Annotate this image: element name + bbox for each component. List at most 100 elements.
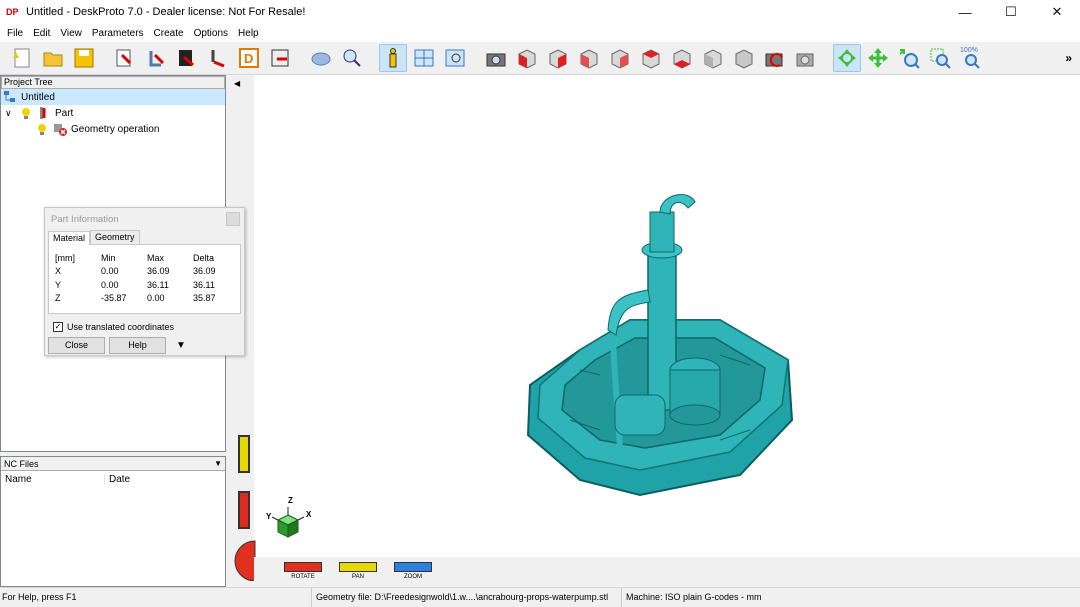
view-reset-icon[interactable] bbox=[761, 44, 789, 72]
drawing-icon[interactable]: D bbox=[235, 44, 263, 72]
maximize-icon[interactable]: ☐ bbox=[988, 0, 1034, 24]
expand-down-icon[interactable]: ▼ bbox=[176, 340, 186, 351]
pan-mode-icon[interactable] bbox=[864, 44, 892, 72]
nc-files-header[interactable]: NC Files ▼ bbox=[1, 457, 225, 471]
tab-material[interactable]: Material bbox=[48, 231, 91, 245]
zoom-slider-icon[interactable] bbox=[238, 491, 250, 529]
title-bar: DP Untitled - DeskProto 7.0 - Dealer lic… bbox=[0, 0, 1080, 24]
tree-item-part[interactable]: ∨ Part bbox=[1, 105, 225, 121]
preview-icon[interactable] bbox=[441, 44, 469, 72]
axis-gizmo: Z Y X bbox=[266, 496, 312, 538]
menu-help[interactable]: Help bbox=[233, 28, 264, 39]
rotate-mode-icon[interactable] bbox=[833, 44, 861, 72]
column-date[interactable]: Date bbox=[105, 474, 130, 485]
open-icon[interactable] bbox=[39, 44, 67, 72]
row-min: 0.00 bbox=[101, 266, 119, 277]
zoom-100-icon[interactable]: 100% bbox=[957, 44, 985, 72]
lightbulb-icon[interactable] bbox=[19, 106, 33, 120]
translated-coordinates-checkbox[interactable]: ✓ bbox=[53, 322, 63, 332]
pan-slider-icon[interactable] bbox=[238, 435, 250, 473]
view-left-icon[interactable] bbox=[575, 44, 603, 72]
pan-control[interactable]: PAN bbox=[339, 562, 377, 580]
dimensions-table: [mm] Min Max Delta X 0.00 36.09 36.09 Y … bbox=[48, 244, 241, 314]
dialog-title: Part Information bbox=[51, 213, 119, 225]
camera-icon[interactable] bbox=[482, 44, 510, 72]
menu-options[interactable]: Options bbox=[189, 28, 233, 39]
status-machine: Machine: ISO plain G-codes - mm bbox=[626, 592, 762, 602]
water-pump-model bbox=[526, 194, 794, 497]
zoom-mode-icon[interactable] bbox=[895, 44, 923, 72]
tree-item-operation-label: Geometry operation bbox=[71, 123, 160, 135]
new-icon[interactable] bbox=[8, 44, 36, 72]
layout-icon[interactable] bbox=[410, 44, 438, 72]
rotate-control[interactable]: ROTATE bbox=[284, 562, 322, 580]
row-axis: Y bbox=[55, 279, 62, 290]
status-help: For Help, press F1 bbox=[0, 588, 312, 607]
zoom-window-icon[interactable] bbox=[926, 44, 954, 72]
zoom-bar bbox=[394, 562, 432, 572]
operation-error-icon bbox=[54, 124, 67, 136]
info-icon[interactable] bbox=[379, 44, 407, 72]
chevron-down-icon[interactable]: ∨ bbox=[5, 108, 19, 119]
view-back-icon[interactable] bbox=[544, 44, 572, 72]
translated-coordinates-label: Use translated coordinates bbox=[67, 322, 175, 332]
dialog-buttons: Close Help ▼ bbox=[48, 337, 244, 354]
view-last-icon[interactable] bbox=[792, 44, 820, 72]
row-delta: 36.09 bbox=[193, 266, 216, 277]
zoom-label: ZOOM bbox=[404, 574, 422, 580]
menu-edit[interactable]: Edit bbox=[28, 28, 55, 39]
save-icon[interactable] bbox=[70, 44, 98, 72]
tab-geometry[interactable]: Geometry bbox=[90, 230, 140, 244]
dropdown-arrow-icon[interactable]: ▼ bbox=[214, 459, 222, 468]
row-delta: 36.11 bbox=[193, 279, 215, 290]
table-row: Y 0.00 36.11 36.11 bbox=[55, 278, 240, 292]
zoom-100-label: 100% bbox=[960, 47, 978, 54]
export-icon[interactable] bbox=[266, 44, 294, 72]
view-right-icon[interactable] bbox=[606, 44, 634, 72]
axis-x-label: X bbox=[306, 510, 312, 519]
row-axis: X bbox=[55, 266, 62, 277]
toolbar-overflow-icon[interactable]: » bbox=[1065, 51, 1072, 65]
minimize-icon[interactable]: — bbox=[942, 0, 988, 24]
view-iso2-icon[interactable] bbox=[730, 44, 758, 72]
tree-item-project-label: Untitled bbox=[21, 91, 55, 103]
lightbulb-icon[interactable] bbox=[35, 122, 49, 136]
multi-axis-wizard-icon[interactable] bbox=[142, 44, 170, 72]
tree-item-project[interactable]: Untitled bbox=[1, 89, 225, 105]
status-geometry-file: Geometry file: D:\Freedesignwold\1.w....… bbox=[312, 588, 622, 607]
view-iso-icon[interactable] bbox=[699, 44, 727, 72]
view-top-icon[interactable] bbox=[637, 44, 665, 72]
zoom-control[interactable]: ZOOM bbox=[394, 562, 432, 580]
viewport-bottom-strip: ROTATE PAN ZOOM bbox=[254, 557, 1080, 587]
dialog-close-icon[interactable] bbox=[226, 212, 240, 226]
object-icon[interactable] bbox=[307, 44, 335, 72]
close-button[interactable]: Close bbox=[48, 337, 105, 354]
header-unit: [mm] bbox=[55, 252, 75, 263]
svg-text:D: D bbox=[244, 51, 253, 66]
help-button[interactable]: Help bbox=[109, 337, 166, 354]
image-wizard-icon[interactable] bbox=[173, 44, 201, 72]
menu-file[interactable]: File bbox=[2, 28, 28, 39]
pan-bar bbox=[339, 562, 377, 572]
rotate-bar bbox=[284, 562, 322, 572]
nc-files-columns: Name Date bbox=[1, 471, 225, 487]
view-bottom-icon[interactable] bbox=[668, 44, 696, 72]
axis-z-label: Z bbox=[288, 496, 293, 505]
row-max: 0.00 bbox=[147, 293, 165, 304]
table-row: X 0.00 36.09 36.09 bbox=[55, 265, 240, 279]
part-wizard-icon[interactable] bbox=[111, 44, 139, 72]
menu-view[interactable]: View bbox=[55, 28, 87, 39]
collapse-left-icon[interactable]: ◀ bbox=[234, 79, 240, 88]
translated-coordinates-option[interactable]: ✓ Use translated coordinates bbox=[53, 318, 244, 336]
menu-parameters[interactable]: Parameters bbox=[87, 28, 149, 39]
column-name[interactable]: Name bbox=[1, 473, 105, 485]
zoom-icon[interactable] bbox=[338, 44, 366, 72]
close-icon[interactable]: ✕ bbox=[1034, 0, 1080, 24]
header-max: Max bbox=[147, 252, 165, 263]
dialog-title-bar[interactable]: Part Information bbox=[45, 208, 244, 230]
view-front-icon[interactable] bbox=[513, 44, 541, 72]
3d-viewport[interactable]: ◀ Z Y X ROTATE PAN ZOOM bbox=[230, 75, 1080, 587]
tree-item-operation[interactable]: Geometry operation bbox=[1, 121, 225, 137]
menu-create[interactable]: Create bbox=[149, 28, 189, 39]
wizard-icon[interactable] bbox=[204, 44, 232, 72]
